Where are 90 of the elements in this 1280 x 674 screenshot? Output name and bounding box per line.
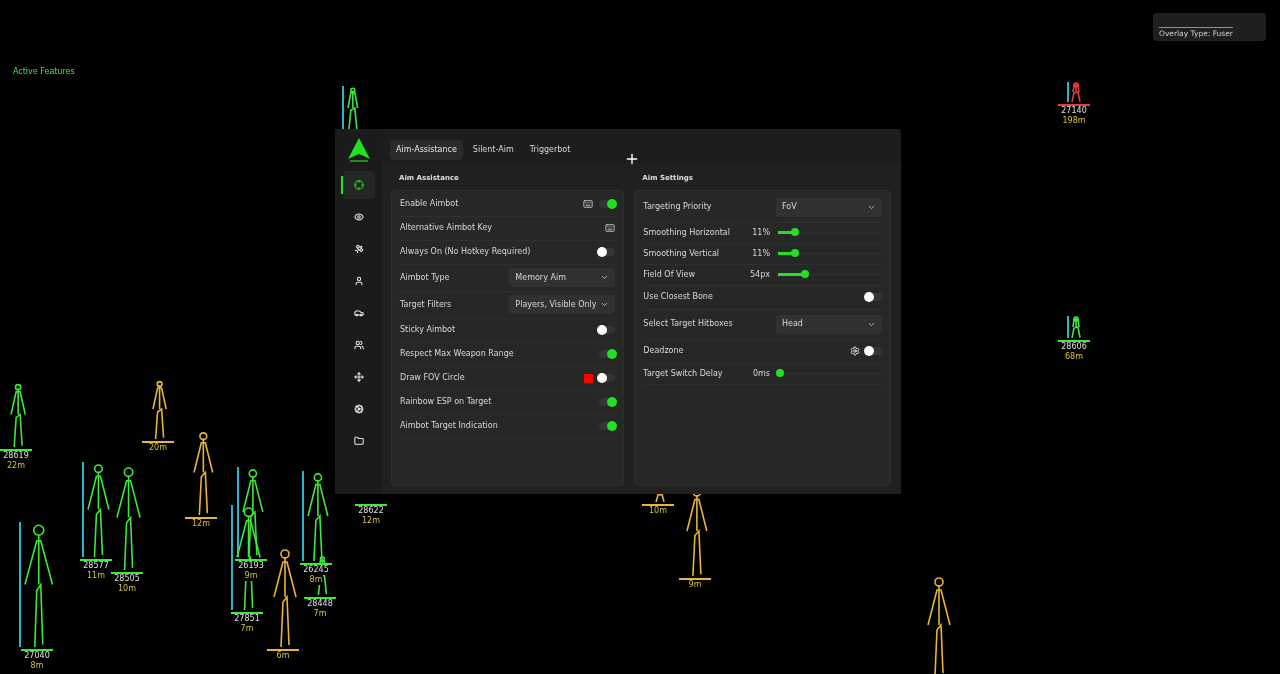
player-id: 28505	[113, 574, 141, 584]
setting-label: Respect Max Weapon Range	[400, 348, 514, 360]
distance-label: 12m	[191, 519, 211, 529]
setting-label: Targeting Priority	[643, 201, 712, 213]
toggle-switch[interactable]	[866, 293, 882, 301]
setting-label: Enable Aimbot	[400, 198, 459, 210]
player-id: 27851	[233, 614, 261, 624]
distance-label: 22m	[6, 461, 26, 471]
distance-label: 10m	[648, 506, 668, 516]
person-icon	[353, 276, 364, 286]
distance-label: 198m	[1061, 116, 1087, 126]
car-icon	[353, 308, 364, 318]
logo-icon	[346, 137, 371, 163]
player-skeleton-drawing	[1067, 82, 1081, 102]
toggle-switch[interactable]	[866, 347, 882, 355]
settings-icon[interactable]	[850, 346, 860, 356]
active-features-label: Active Features	[13, 66, 75, 78]
keyboard-icon[interactable]	[605, 223, 616, 233]
setting-label: Use Closest Bone	[643, 291, 713, 303]
slider-thumb[interactable]	[800, 270, 809, 278]
setting-label: Always On (No Hotkey Required)	[400, 246, 531, 258]
setting-label: Target Switch Delay	[643, 367, 723, 380]
setting-label: Draw FOV Circle	[400, 372, 465, 384]
setting-label: Deadzone	[643, 345, 684, 357]
setting-label: Rainbow ESP on Target	[400, 396, 492, 408]
distance-label: 9m	[243, 571, 259, 581]
toggle-switch[interactable]	[599, 374, 616, 382]
player-id: 28619	[2, 451, 30, 461]
distance-label: 68m	[1064, 352, 1084, 362]
dropdown[interactable]: FoV	[776, 197, 882, 217]
toggle-switch[interactable]	[599, 326, 616, 334]
slider-thumb[interactable]	[790, 249, 799, 257]
toggle-switch[interactable]	[599, 422, 616, 430]
slider-value: 0ms	[751, 367, 770, 380]
player-id: 28577	[82, 561, 110, 571]
setting-label: Smoothing Vertical	[643, 247, 720, 260]
distance-label: 8m	[29, 661, 45, 671]
distance-label: 12m	[361, 516, 381, 526]
distance-label: 8m	[308, 575, 324, 585]
setting-label: Select Target Hitboxes	[643, 318, 733, 330]
toggle-switch[interactable]	[599, 248, 616, 256]
distance-label: 11m	[86, 571, 106, 581]
distance-label: 7m	[312, 609, 328, 619]
group-icon	[353, 340, 364, 350]
tab[interactable]: Aim-Assistance	[390, 140, 463, 160]
dropdown[interactable]: Players, Visible Only	[509, 295, 616, 314]
setting-label: Aimbot Type	[400, 271, 450, 284]
distance-label: 7m	[239, 624, 255, 634]
toggle-switch[interactable]	[599, 350, 616, 358]
toggle-switch[interactable]	[599, 200, 616, 208]
setting-label: Target Filters	[400, 298, 452, 311]
player-id: 27140	[1060, 106, 1088, 116]
setting-label: Field Of View	[643, 268, 695, 281]
chevron-down-icon	[600, 300, 610, 309]
setting-label: Sticky Aimbot	[400, 324, 456, 336]
keyboard-icon[interactable]	[583, 199, 594, 209]
distance-label: 20m	[148, 443, 168, 453]
slider-thumb[interactable]	[776, 369, 784, 377]
dropdown[interactable]: Memory Aim	[509, 268, 616, 287]
tab[interactable]: Silent-Aim	[466, 140, 520, 160]
slider-value: 11%	[751, 247, 770, 260]
setting-label: Alternative Aimbot Key	[400, 222, 493, 234]
slider-track[interactable]	[778, 273, 882, 276]
setting-label: Aimbot Target Indication	[400, 420, 498, 432]
chevron-down-icon	[600, 273, 610, 282]
player-id: 26193	[237, 561, 265, 571]
slider-value: 11%	[751, 226, 770, 239]
crosshair-icon	[353, 180, 364, 190]
player-skeleton-drawing	[342, 86, 360, 130]
tab[interactable]: Triggerbot	[523, 140, 577, 160]
dropdown[interactable]: Head	[776, 314, 882, 334]
eye-icon	[353, 212, 364, 222]
setting-label: Smoothing Horizontal	[643, 226, 730, 239]
slider-value: 54px	[749, 268, 770, 281]
toggle-switch[interactable]	[599, 398, 616, 406]
distance-label: 10m	[117, 584, 137, 594]
distance-label: 9m	[687, 580, 703, 590]
distance-label: 6m	[275, 651, 291, 661]
player-id: 27040	[23, 651, 51, 661]
plus-icon[interactable]	[624, 151, 640, 167]
player-id: 26245	[302, 565, 330, 575]
player-id: 28448	[306, 599, 334, 609]
move-icon	[353, 372, 364, 382]
player-id: 28606	[1060, 342, 1088, 352]
crosshair-tab[interactable]	[342, 171, 375, 199]
player-id: 28622	[357, 506, 385, 516]
color-swatch[interactable]	[584, 373, 594, 383]
folder-icon	[353, 436, 364, 446]
slider-thumb[interactable]	[790, 228, 799, 236]
player-skeleton-drawing	[1067, 316, 1081, 338]
